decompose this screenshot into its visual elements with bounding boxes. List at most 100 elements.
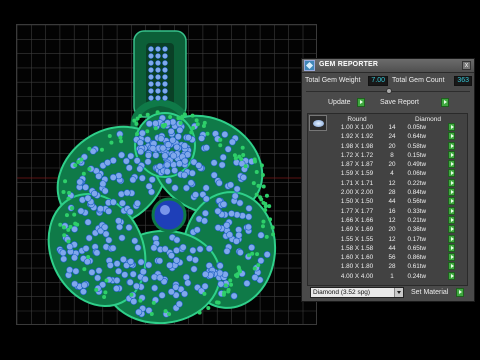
chevron-down-icon[interactable] (394, 288, 403, 297)
gem-reporter-panel: GEM REPORTER x Total Gem Weight 7.00 Tot… (301, 58, 475, 302)
set-material-label: Set Material (411, 289, 449, 296)
gem-row: 1.00 X 1.00 14 0.05tw (331, 123, 455, 132)
gem-size: 1.50 X 1.50 (340, 198, 374, 206)
gem-size: 1.69 X 1.69 (340, 226, 374, 234)
gem-count: 24 (388, 133, 396, 141)
divider-slider[interactable] (306, 88, 470, 94)
gem-count: 28 (388, 189, 396, 197)
gem-size: 1.92 X 1.92 (340, 133, 374, 141)
select-gem-button[interactable] (448, 169, 455, 178)
slider-knob[interactable] (386, 88, 392, 94)
gem-size: 1.77 X 1.77 (340, 207, 374, 215)
gem-row: 1.77 X 1.77 16 0.33tw (331, 206, 455, 216)
select-gem-button[interactable] (448, 150, 455, 159)
gem-size: 1.00 X 1.00 (340, 124, 374, 131)
gem-weight: 0.21tw (407, 216, 426, 224)
gem-weight: 0.05tw (407, 124, 426, 131)
select-gem-button[interactable] (448, 188, 455, 197)
gem-weight: 0.17tw (407, 235, 426, 243)
select-gem-button[interactable] (448, 225, 455, 234)
gem-row: 1.87 X 1.87 20 0.49tw (331, 160, 455, 169)
gem-row: 1.60 X 1.60 56 0.86tw (331, 253, 455, 262)
gem-count: 28 (388, 263, 396, 271)
total-weight-value: 7.00 (368, 76, 388, 86)
close-icon[interactable]: x (462, 61, 471, 70)
select-gem-button[interactable] (448, 132, 455, 141)
select-gem-button[interactable] (448, 253, 455, 262)
select-gem-button[interactable] (448, 160, 455, 169)
gem-weight: 0.33tw (407, 207, 426, 215)
gem-count: 20 (388, 142, 396, 150)
material-dropdown[interactable]: Diamond (3.52 spg) (310, 287, 404, 298)
select-gem-button[interactable] (448, 243, 455, 252)
gem-weight: 0.22tw (407, 179, 426, 187)
gem-weight: 0.58tw (407, 142, 426, 150)
select-gem-button[interactable] (448, 206, 455, 215)
select-gem-button[interactable] (448, 262, 455, 271)
gem-count: 12 (388, 235, 396, 243)
select-gem-button[interactable] (448, 271, 455, 280)
select-gem-button[interactable] (448, 141, 455, 150)
gem-size: 1.98 X 1.98 (340, 142, 374, 150)
material-dropdown-value: Diamond (3.52 spg) (313, 289, 371, 296)
panel-title: GEM REPORTER (319, 61, 379, 68)
total-weight-label: Total Gem Weight (305, 77, 361, 84)
gem-weight: 0.64tw (407, 133, 426, 141)
gem-weight: 0.36tw (407, 226, 426, 234)
select-gem-button[interactable] (448, 215, 455, 224)
select-gem-button[interactable] (448, 123, 455, 131)
gem-count: 44 (388, 244, 396, 252)
gem-weight: 0.86tw (407, 254, 426, 262)
gem-weight: 0.61tw (407, 263, 426, 271)
gem-row: 1.55 X 1.55 12 0.17tw (331, 234, 455, 244)
total-count-value: 363 (454, 76, 472, 86)
gem-row: 1.98 X 1.98 20 0.58tw (331, 141, 455, 151)
gem-row: 1.66 X 1.66 12 0.21tw (331, 215, 455, 225)
gem-weight: 0.84tw (407, 189, 426, 197)
gem-size: 2.00 X 2.00 (340, 189, 374, 197)
gem-size: 1.59 X 1.59 (340, 170, 374, 178)
model-viewport[interactable] (16, 24, 317, 325)
gem-count: 12 (388, 179, 396, 187)
save-report-label: Save Report (380, 99, 419, 106)
gem-count: 8 (390, 151, 394, 159)
select-gem-button[interactable] (448, 178, 455, 187)
gem-row: 4.00 X 4.00 1 0.24tw (331, 271, 455, 281)
gem-count: 12 (388, 216, 396, 224)
update-label: Update (328, 99, 351, 106)
total-count-label: Total Gem Count (392, 77, 445, 84)
gem-size: 1.66 X 1.66 (340, 216, 374, 224)
gem-size: 1.80 X 1.80 (340, 263, 374, 271)
app-icon (304, 60, 315, 71)
gem-report-table: Round Diamond 1.00 X 1.00 14 0.05tw 1.92 X … (307, 113, 468, 286)
gem-row: 1.92 X 1.92 24 0.64tw (331, 132, 455, 141)
select-gem-button[interactable] (448, 234, 455, 243)
gem-size: 1.60 X 1.60 (340, 254, 374, 262)
select-gem-button[interactable] (448, 197, 455, 206)
gem-size: 1.58 X 1.58 (340, 244, 374, 252)
gem-rows: 1.00 X 1.00 14 0.05tw 1.92 X 1.92 24 0.64tw 1.… (331, 123, 455, 281)
gem-count: 4 (390, 170, 394, 178)
gem-size: 1.87 X 1.87 (340, 161, 374, 169)
gem-size: 1.55 X 1.55 (340, 235, 374, 243)
gem-count: 20 (388, 226, 396, 234)
pendant-render (17, 25, 316, 324)
gem-size: 1.72 X 1.72 (340, 151, 374, 159)
gem-weight: 0.24tw (407, 272, 426, 280)
gem-row: 2.00 X 2.00 28 0.84tw (331, 188, 455, 197)
gem-row: 1.50 X 1.50 44 0.56tw (331, 197, 455, 206)
gem-row: 1.71 X 1.71 12 0.22tw (331, 178, 455, 188)
gem-weight: 0.65tw (407, 244, 426, 252)
gem-count: 14 (388, 124, 396, 131)
gem-weight: 0.15tw (407, 151, 426, 159)
update-button[interactable] (357, 98, 365, 107)
gem-thumbnail-icon[interactable] (309, 115, 327, 131)
titlebar[interactable]: GEM REPORTER x (302, 59, 474, 73)
gem-row: 1.59 X 1.59 4 0.06tw (331, 169, 455, 178)
gem-row: 1.58 X 1.58 44 0.65tw (331, 243, 455, 253)
gem-count: 16 (388, 207, 396, 215)
gem-weight: 0.49tw (407, 161, 426, 169)
set-material-button[interactable] (456, 288, 464, 297)
gem-weight: 0.06tw (407, 170, 426, 178)
save-report-button[interactable] (441, 98, 449, 107)
